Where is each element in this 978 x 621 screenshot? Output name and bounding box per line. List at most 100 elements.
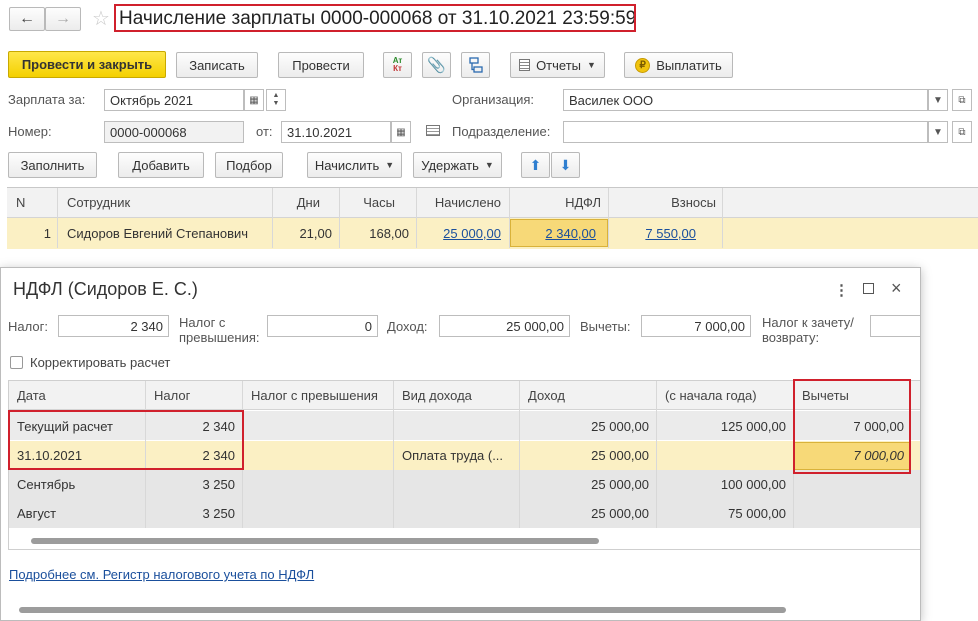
- cell-date: 31.10.2021: [17, 448, 83, 463]
- structure-button[interactable]: [461, 52, 490, 78]
- dialog-scrollbar[interactable]: [1, 604, 920, 616]
- close-icon[interactable]: ×: [891, 278, 902, 299]
- open-form-icon: ⧉: [958, 126, 966, 138]
- period-stepper[interactable]: ▲ ▼: [266, 89, 286, 111]
- select-button[interactable]: Подбор: [215, 152, 283, 178]
- star-icon[interactable]: ☆: [92, 6, 110, 31]
- col-deduct[interactable]: Вычеты: [802, 388, 849, 403]
- col-hours[interactable]: Часы: [339, 195, 395, 210]
- cell-tax: 3 250: [202, 477, 235, 492]
- dept-open-button[interactable]: ⧉: [952, 121, 972, 143]
- row-employee: Сидоров Евгений Степанович: [67, 226, 249, 241]
- calendar-button[interactable]: ▦: [244, 89, 264, 111]
- pay-button[interactable]: ₽ Выплатить: [624, 52, 733, 78]
- cell-ytd: 100 000,00: [720, 477, 786, 492]
- cell-ytd: 125 000,00: [720, 419, 786, 434]
- col-date[interactable]: Дата: [17, 388, 46, 403]
- arrow-right-icon: →: [55, 10, 71, 27]
- dept-field[interactable]: [563, 121, 928, 143]
- hierarchy-icon: [468, 57, 483, 73]
- cell-income: 25 000,00: [591, 448, 649, 463]
- table-scrollbar-thumb[interactable]: [31, 538, 599, 544]
- col-employee[interactable]: Сотрудник: [67, 195, 130, 210]
- col-contrib[interactable]: Взносы: [608, 195, 716, 210]
- more-icon[interactable]: ⋮: [834, 281, 849, 299]
- row-contrib-link[interactable]: 7 550,00: [608, 226, 696, 241]
- back-button[interactable]: ←: [9, 7, 45, 31]
- offset-field[interactable]: [870, 315, 920, 337]
- dialog-title: НДФЛ (Сидоров Е. С.): [13, 279, 198, 299]
- salary-period-field[interactable]: Октябрь 2021: [104, 89, 244, 111]
- dept-label: Подразделение:: [452, 124, 551, 139]
- date-calendar-button[interactable]: ▦: [391, 121, 411, 143]
- deductions-field[interactable]: 7 000,00: [641, 315, 751, 337]
- salary-for-label: Зарплата за:: [8, 92, 86, 107]
- cell-date: Текущий расчет: [17, 419, 113, 434]
- income-field[interactable]: 25 000,00: [439, 315, 570, 337]
- number-field[interactable]: 0000-000068: [104, 121, 244, 143]
- cell-income: 25 000,00: [591, 506, 649, 521]
- col-n[interactable]: N: [16, 195, 25, 210]
- col-income-kind[interactable]: Вид дохода: [402, 388, 472, 403]
- chevron-down-icon: ▼: [385, 160, 395, 170]
- dept-dropdown-button[interactable]: ▼: [928, 121, 948, 143]
- tax-field[interactable]: 2 340: [58, 315, 169, 337]
- col-days[interactable]: Дни: [272, 195, 320, 210]
- paperclip-icon: 📎: [427, 57, 446, 74]
- col-excess[interactable]: Налог с превышения: [251, 388, 378, 403]
- attach-button[interactable]: 📎: [422, 52, 451, 78]
- cell-date: Сентябрь: [17, 477, 76, 492]
- arrow-left-icon: ←: [19, 10, 35, 27]
- open-form-icon: ⧉: [958, 94, 966, 106]
- cell-deduct: 7 000,00: [853, 419, 904, 434]
- col-ytd[interactable]: (с начала года): [665, 388, 757, 403]
- offset-label: Налог к зачету/возврату:: [762, 315, 854, 345]
- cell-income: 25 000,00: [591, 477, 649, 492]
- save-button[interactable]: Записать: [176, 52, 258, 78]
- move-down-button[interactable]: ⬇: [551, 152, 580, 178]
- cell-ytd: 75 000,00: [728, 506, 786, 521]
- post-and-close-button[interactable]: Провести и закрыть: [8, 51, 166, 78]
- calendar-icon: ▦: [396, 126, 406, 138]
- chevron-down-icon: ▼: [587, 60, 596, 70]
- fill-button[interactable]: Заполнить: [8, 152, 97, 178]
- withhold-menu-button[interactable]: Удержать ▼: [413, 152, 502, 178]
- col-ndfl[interactable]: НДФЛ: [509, 195, 601, 210]
- col-tax[interactable]: Налог: [154, 388, 190, 403]
- cell-income-kind: Оплата труда (...: [402, 448, 504, 463]
- excess-label: Налог с превышения:: [179, 315, 260, 345]
- dt-kt-icon: Ат Кт: [392, 56, 403, 73]
- maximize-icon[interactable]: [863, 283, 874, 294]
- org-label: Организация:: [452, 92, 535, 107]
- row-days: 21,00: [299, 226, 332, 241]
- org-field[interactable]: Василек ООО: [563, 89, 928, 111]
- col-accrued[interactable]: Начислено: [416, 195, 501, 210]
- post-button[interactable]: Провести: [278, 52, 364, 78]
- accrue-menu-button[interactable]: Начислить ▼: [307, 152, 402, 178]
- add-button[interactable]: Добавить: [118, 152, 204, 178]
- withhold-label: Удержать: [421, 157, 479, 173]
- comment-icon[interactable]: [426, 125, 440, 136]
- stepper-up-icon: ▲: [272, 92, 280, 99]
- chevron-down-icon: ▼: [933, 126, 943, 138]
- dt-kt-button[interactable]: Ат Кт: [383, 52, 412, 78]
- org-open-button[interactable]: ⧉: [952, 89, 972, 111]
- pay-label: Выплатить: [656, 57, 722, 73]
- cell-date: Август: [17, 506, 57, 521]
- date-field[interactable]: 31.10.2021: [281, 121, 391, 143]
- register-link[interactable]: Подробнее см. Регистр налогового учета п…: [9, 567, 314, 582]
- table-scrollbar[interactable]: [9, 535, 920, 546]
- row-accrued-link[interactable]: 25 000,00: [416, 226, 501, 241]
- report-icon: [519, 59, 531, 71]
- deductions-label: Вычеты:: [580, 319, 631, 334]
- col-income[interactable]: Доход: [528, 388, 565, 403]
- move-up-button[interactable]: ⬆: [521, 152, 550, 178]
- dialog-scrollbar-thumb[interactable]: [19, 607, 786, 613]
- number-label: Номер:: [8, 124, 52, 139]
- row-ndfl-link[interactable]: 2 340,00: [509, 226, 596, 241]
- correct-checkbox[interactable]: [10, 356, 23, 369]
- forward-button[interactable]: →: [45, 7, 81, 31]
- excess-field[interactable]: 0: [267, 315, 378, 337]
- reports-menu-button[interactable]: Отчеты ▼: [510, 52, 605, 78]
- org-dropdown-button[interactable]: ▼: [928, 89, 948, 111]
